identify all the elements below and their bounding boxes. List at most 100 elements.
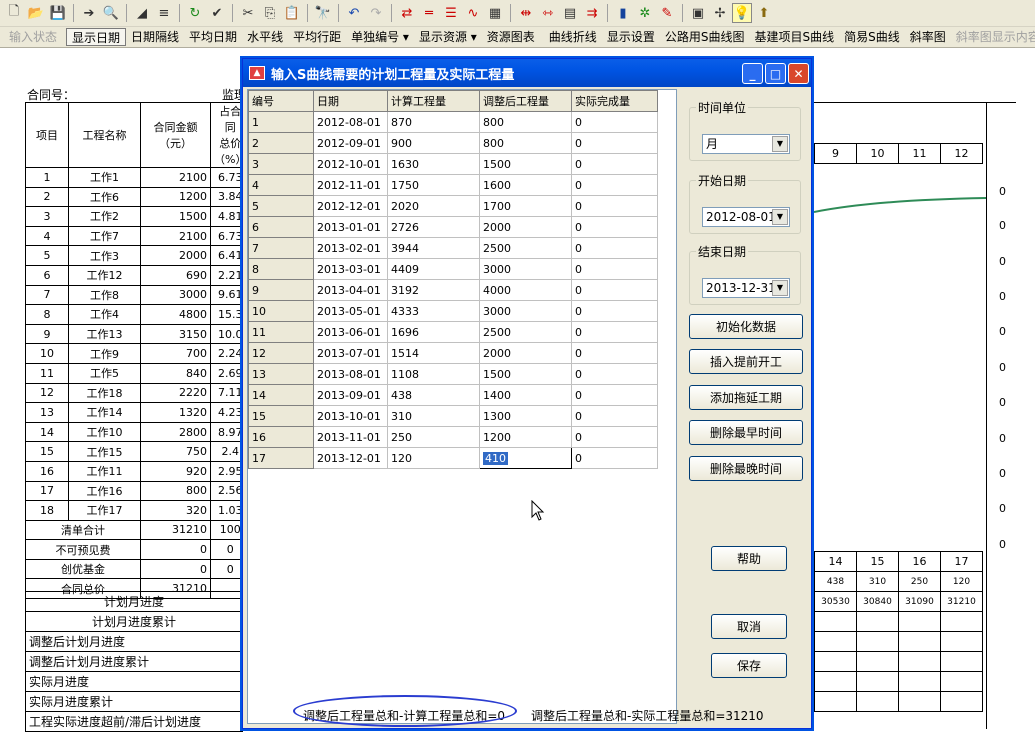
grid-cell[interactable]: 2013-10-01	[313, 405, 388, 427]
grid-row-number[interactable]: 16	[248, 426, 314, 448]
grid-cell[interactable]: 0	[571, 426, 658, 448]
grid-cell[interactable]: 2726	[387, 216, 480, 238]
save-icon[interactable]: 💾	[48, 3, 68, 23]
grid-cell[interactable]: 4333	[387, 300, 480, 322]
grid-cell[interactable]: 410	[479, 447, 572, 469]
align-icon[interactable]: ≡	[154, 3, 174, 23]
grid-row-number[interactable]: 7	[248, 237, 314, 259]
grid-row[interactable]: 3 2012-10-01 1630 1500 0	[248, 153, 658, 175]
chevron-down-icon[interactable]: ▼	[772, 136, 788, 152]
triangle-icon[interactable]: ◢	[132, 3, 152, 23]
grid-cell[interactable]: 900	[387, 132, 480, 154]
grid-cell[interactable]: 3000	[479, 300, 572, 322]
grid-cell[interactable]: 800	[479, 111, 572, 133]
grid-row-number[interactable]: 5	[248, 195, 314, 217]
grid-row-number[interactable]: 6	[248, 216, 314, 238]
grid-row[interactable]: 6 2013-01-01 2726 2000 0	[248, 216, 658, 238]
resource-icon[interactable]: ✲	[635, 3, 655, 23]
quantity-grid[interactable]: 编号 日期 计算工程量 调整后工程量 实际完成量 1 2012-08-01 870 800 0 2…	[247, 89, 677, 724]
indent-icon[interactable]: ⇉	[582, 3, 602, 23]
cancel-button[interactable]: 取消	[711, 614, 787, 639]
grid-cell[interactable]: 0	[571, 111, 658, 133]
new-file-icon[interactable]: 🗋	[4, 3, 24, 23]
grid-row[interactable]: 14 2013-09-01 438 1400 0	[248, 384, 658, 406]
close-button[interactable]: ✕	[788, 63, 809, 84]
print-preview-icon[interactable]: 🔍	[101, 3, 121, 23]
save-button[interactable]: 保存	[711, 653, 787, 678]
grid-cell[interactable]: 1400	[479, 384, 572, 406]
grid-cell[interactable]: 0	[571, 363, 658, 385]
grid-cell[interactable]: 1696	[387, 321, 480, 343]
grid-row-number[interactable]: 12	[248, 342, 314, 364]
grid-cell[interactable]: 2013-07-01	[313, 342, 388, 364]
grid-row-number[interactable]: 11	[248, 321, 314, 343]
toolbar-button[interactable]: 斜率图	[905, 28, 951, 46]
undo-icon[interactable]: ↶	[344, 3, 364, 23]
grid-row-number[interactable]: 1	[248, 111, 314, 133]
grid-row[interactable]: 10 2013-05-01 4333 3000 0	[248, 300, 658, 322]
grid-cell[interactable]: 2013-03-01	[313, 258, 388, 280]
copy-icon[interactable]: ⎘	[260, 3, 280, 23]
maximize-button[interactable]: □	[765, 63, 786, 84]
open-folder-icon[interactable]: 📂	[26, 3, 46, 23]
grid-cell[interactable]: 1700	[479, 195, 572, 217]
toolbar-button[interactable]: 显示设置	[602, 28, 660, 46]
selected-cell-value[interactable]: 410	[483, 451, 508, 465]
grid-cell[interactable]: 2020	[387, 195, 480, 217]
edit-icon[interactable]: ✎	[657, 3, 677, 23]
grid-cell[interactable]: 1108	[387, 363, 480, 385]
toolbar-button[interactable]: 斜率图显示内容	[951, 28, 1035, 46]
toolbar-button[interactable]: 公路用S曲线图	[660, 28, 750, 46]
grid-cell[interactable]: 3000	[479, 258, 572, 280]
grid-cell[interactable]: 1500	[479, 153, 572, 175]
grid-cell[interactable]: 0	[571, 384, 658, 406]
grid-column-header[interactable]: 日期	[313, 90, 388, 112]
grid-column-header[interactable]: 编号	[248, 90, 314, 112]
move-icon[interactable]: ✢	[710, 3, 730, 23]
grid-cell[interactable]: 250	[387, 426, 480, 448]
grid-cell[interactable]: 2013-11-01	[313, 426, 388, 448]
grid-cell[interactable]: 0	[571, 279, 658, 301]
delete-latest-button[interactable]: 删除最晚时间	[689, 456, 803, 481]
find-icon[interactable]: 🔭	[313, 3, 333, 23]
grid-column-header[interactable]: 调整后工程量	[479, 90, 572, 112]
grid-cell[interactable]: 2000	[479, 342, 572, 364]
end-date-picker[interactable]: 2013-12-31 ▼	[702, 278, 790, 298]
grid-cell[interactable]: 0	[571, 174, 658, 196]
toolbar-button[interactable]: 水平线	[242, 28, 288, 46]
grid-cell[interactable]: 3944	[387, 237, 480, 259]
dialog-titlebar[interactable]: ▲ 输入S曲线需要的计划工程量及实际工程量	[243, 59, 811, 87]
grid-column-header[interactable]: 实际完成量	[571, 90, 658, 112]
export-icon[interactable]: ➔	[79, 3, 99, 23]
grid-cell[interactable]: 120	[387, 447, 480, 469]
grid-cell[interactable]: 2013-12-01	[313, 447, 388, 469]
grid-row-number[interactable]: 14	[248, 384, 314, 406]
grid-cell[interactable]: 800	[479, 132, 572, 154]
grid-cell[interactable]: 310	[387, 405, 480, 427]
grid-cell[interactable]: 2013-04-01	[313, 279, 388, 301]
lightbulb-icon[interactable]: 💡	[732, 3, 752, 23]
grid-row[interactable]: 1 2012-08-01 870 800 0	[248, 111, 658, 133]
merge-icon[interactable]: ⇿	[538, 3, 558, 23]
paste-icon[interactable]: 📋	[282, 3, 302, 23]
insert-early-start-button[interactable]: 插入提前开工	[689, 349, 803, 374]
grid-cell[interactable]: 1630	[387, 153, 480, 175]
bar-icon[interactable]: ═	[419, 3, 439, 23]
grid-row[interactable]: 15 2013-10-01 310 1300 0	[248, 405, 658, 427]
grid-row[interactable]: 16 2013-11-01 250 1200 0	[248, 426, 658, 448]
grid-cell[interactable]: 2013-06-01	[313, 321, 388, 343]
toolbar-button[interactable]: 输入状态	[4, 28, 62, 46]
grid-row[interactable]: 9 2013-04-01 3192 4000 0	[248, 279, 658, 301]
toolbar-button[interactable]: 显示资源 ▾	[414, 28, 482, 46]
grid-cell[interactable]: 2012-11-01	[313, 174, 388, 196]
grid-cell[interactable]: 1300	[479, 405, 572, 427]
redo-icon[interactable]: ↷	[366, 3, 386, 23]
column-chart-icon[interactable]: ▮	[613, 3, 633, 23]
toolbar-button[interactable]: 资源图表	[482, 28, 540, 46]
help-button[interactable]: 帮助	[711, 546, 787, 571]
cut-icon[interactable]: ✂	[238, 3, 258, 23]
grid-row-number[interactable]: 17	[248, 447, 314, 469]
grid-row[interactable]: 11 2013-06-01 1696 2500 0	[248, 321, 658, 343]
grid-row-number[interactable]: 13	[248, 363, 314, 385]
check-icon[interactable]: ✔	[207, 3, 227, 23]
